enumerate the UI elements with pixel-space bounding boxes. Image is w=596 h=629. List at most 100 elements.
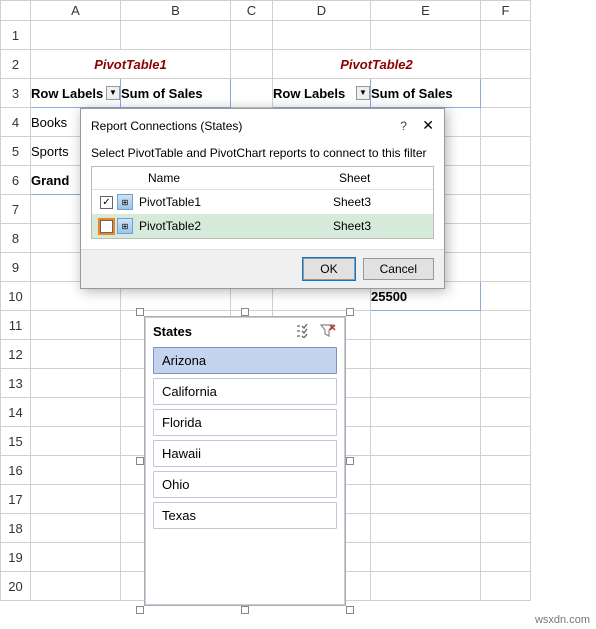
resize-handle[interactable] [346, 308, 354, 316]
cell[interactable] [481, 485, 531, 514]
cell[interactable] [481, 282, 531, 311]
filter-dropdown-icon[interactable]: ▼ [356, 86, 370, 100]
cell[interactable]: Sum of Sales [371, 79, 481, 108]
row-header[interactable]: 5 [1, 137, 31, 166]
slicer-item[interactable]: Florida [153, 409, 337, 436]
cell[interactable] [371, 456, 481, 485]
slicer-item[interactable]: California [153, 378, 337, 405]
cell[interactable] [481, 369, 531, 398]
cell[interactable] [481, 166, 531, 195]
cell[interactable] [481, 137, 531, 166]
slicer-selection-frame[interactable]: States ArizonaCaliforniaFloridaHawaiiOhi… [140, 312, 350, 610]
cell[interactable] [31, 572, 121, 601]
row-header[interactable]: 10 [1, 282, 31, 311]
column-header[interactable]: C [231, 1, 273, 21]
slicer-item[interactable]: Hawaii [153, 440, 337, 467]
cell[interactable]: Sum of Sales [121, 79, 231, 108]
cell[interactable] [371, 572, 481, 601]
resize-handle[interactable] [241, 606, 249, 614]
column-header[interactable]: B [121, 1, 231, 21]
slicer-item[interactable]: Arizona [153, 347, 337, 374]
row-header[interactable]: 1 [1, 21, 31, 50]
cell[interactable] [31, 485, 121, 514]
slicer-item[interactable]: Texas [153, 502, 337, 529]
resize-handle[interactable] [136, 308, 144, 316]
cell[interactable] [481, 195, 531, 224]
resize-handle[interactable] [346, 457, 354, 465]
resize-handle[interactable] [136, 606, 144, 614]
column-header[interactable] [1, 1, 31, 21]
cell[interactable] [481, 50, 531, 79]
cell[interactable] [481, 340, 531, 369]
column-header[interactable]: D [273, 1, 371, 21]
checkbox[interactable]: ✓ [100, 196, 113, 209]
row-header[interactable]: 13 [1, 369, 31, 398]
close-icon[interactable]: ✕ [422, 117, 434, 133]
resize-handle[interactable] [346, 606, 354, 614]
row-header[interactable]: 8 [1, 224, 31, 253]
cell[interactable] [481, 398, 531, 427]
connection-row[interactable]: ⊞PivotTable2Sheet3 [92, 214, 433, 238]
cell[interactable] [371, 427, 481, 456]
row-header[interactable]: 2 [1, 50, 31, 79]
cell[interactable] [31, 456, 121, 485]
slicer-item[interactable]: Ohio [153, 471, 337, 498]
cell[interactable] [481, 456, 531, 485]
row-header[interactable]: 9 [1, 253, 31, 282]
multi-select-icon[interactable] [295, 323, 313, 339]
cell[interactable] [31, 543, 121, 572]
cell[interactable] [371, 543, 481, 572]
dialog-help-icon[interactable]: ? [400, 119, 407, 133]
resize-handle[interactable] [136, 457, 144, 465]
cell[interactable] [31, 340, 121, 369]
checkbox[interactable] [100, 220, 113, 233]
resize-handle[interactable] [241, 308, 249, 316]
row-header[interactable]: 3 [1, 79, 31, 108]
cell[interactable] [31, 514, 121, 543]
row-header[interactable]: 17 [1, 485, 31, 514]
cell[interactable] [481, 224, 531, 253]
row-header[interactable]: 18 [1, 514, 31, 543]
row-header[interactable]: 12 [1, 340, 31, 369]
cell[interactable] [31, 311, 121, 340]
column-header[interactable]: F [481, 1, 531, 21]
cell[interactable] [481, 79, 531, 108]
cell[interactable] [231, 50, 273, 79]
cell[interactable]: PivotTable2 [273, 50, 481, 79]
cell[interactable]: Row Labels▼ [273, 79, 371, 108]
column-header[interactable]: E [371, 1, 481, 21]
cell[interactable] [371, 514, 481, 543]
cell[interactable] [31, 21, 121, 50]
cell[interactable] [121, 21, 231, 50]
cancel-button[interactable]: Cancel [363, 258, 434, 280]
cell[interactable] [371, 485, 481, 514]
row-header[interactable]: 19 [1, 543, 31, 572]
cell[interactable]: Row Labels▼ [31, 79, 121, 108]
ok-button[interactable]: OK [303, 258, 354, 280]
row-header[interactable]: 11 [1, 311, 31, 340]
cell[interactable] [31, 369, 121, 398]
cell[interactable] [371, 369, 481, 398]
row-header[interactable]: 6 [1, 166, 31, 195]
row-header[interactable]: 16 [1, 456, 31, 485]
row-header[interactable]: 15 [1, 427, 31, 456]
cell[interactable] [273, 21, 371, 50]
cell[interactable] [371, 398, 481, 427]
cell[interactable] [481, 21, 531, 50]
row-header[interactable]: 4 [1, 108, 31, 137]
cell[interactable] [481, 543, 531, 572]
cell[interactable] [481, 572, 531, 601]
cell[interactable] [481, 427, 531, 456]
row-header[interactable]: 7 [1, 195, 31, 224]
cell[interactable] [231, 21, 273, 50]
column-header[interactable]: A [31, 1, 121, 21]
connection-row[interactable]: ✓⊞PivotTable1Sheet3 [92, 190, 433, 214]
cell[interactable] [371, 311, 481, 340]
cell[interactable] [481, 311, 531, 340]
cell[interactable]: PivotTable1 [31, 50, 231, 79]
filter-dropdown-icon[interactable]: ▼ [106, 86, 120, 100]
clear-filter-icon[interactable] [319, 323, 337, 339]
cell[interactable] [481, 514, 531, 543]
cell[interactable] [481, 253, 531, 282]
row-header[interactable]: 14 [1, 398, 31, 427]
